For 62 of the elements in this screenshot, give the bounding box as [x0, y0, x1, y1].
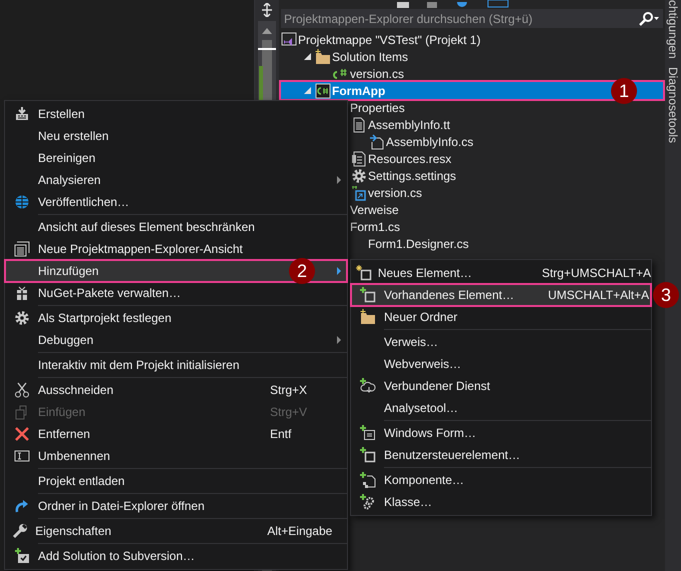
menu-item[interactable]: Windows Form…	[351, 422, 651, 444]
menu-item[interactable]: Ordner in Datei-Explorer öffnen	[5, 495, 347, 517]
menu-item[interactable]: Debuggen	[5, 329, 347, 351]
gear-icon	[351, 168, 367, 184]
expand-arrow-icon[interactable]	[304, 53, 310, 60]
scissors-icon	[14, 382, 30, 398]
delete-icon	[14, 426, 30, 442]
solution-icon	[281, 32, 297, 48]
submenu-arrow-icon	[337, 336, 341, 344]
folder-icon	[315, 48, 331, 64]
menu-item[interactable]: Analysetool…	[351, 397, 651, 419]
rename-icon	[14, 448, 30, 464]
menu-item[interactable]: Interaktiv mit dem Projekt initialisieren	[5, 354, 347, 376]
tree-item[interactable]: Solution Items	[281, 48, 663, 65]
menu-item[interactable]: Webverweis…	[351, 353, 651, 375]
side-tab[interactable]: chtigungen	[665, 0, 681, 59]
add-icon	[14, 548, 30, 564]
cloud-icon	[360, 378, 376, 394]
search-icon[interactable]	[639, 12, 659, 26]
toolbar-icon[interactable]	[487, 0, 509, 8]
menu-item[interactable]: Komponente…	[351, 469, 651, 491]
menu-item[interactable]: Neues Element… Strg+UMSCHALT+A	[351, 262, 651, 284]
menu-item[interactable]: Ansicht auf dieses Element beschränken	[5, 216, 347, 238]
scroll-up-icon[interactable]	[262, 28, 272, 34]
globe-icon	[14, 194, 30, 210]
menu-item[interactable]: Als Startprojekt festlegen	[5, 307, 347, 329]
clipboard-icon	[14, 404, 30, 420]
menu-item[interactable]: Klasse…	[351, 491, 651, 513]
form-icon	[360, 425, 376, 441]
side-tab[interactable]: Diagnosetools	[665, 66, 681, 143]
linked-file-icon	[369, 134, 385, 150]
menu-item[interactable]: Eigenschaften Alt+Eingabe	[5, 520, 347, 542]
wrench-icon	[12, 523, 28, 539]
submenu-arrow-icon	[337, 176, 341, 184]
menu-item[interactable]: Entfernen Entf	[5, 423, 347, 445]
menu-item[interactable]: Verbundener Dienst	[351, 375, 651, 397]
menu-item[interactable]: Add Solution to Subversion…	[5, 545, 347, 567]
menu-item[interactable]: Ausschneiden Strg+X	[5, 379, 347, 401]
menu-item[interactable]: Benutzersteuerelement…	[351, 444, 651, 466]
add-item-icon	[360, 447, 376, 463]
new-item-icon	[356, 265, 372, 281]
add-item-icon	[360, 287, 376, 303]
menu-item[interactable]: Neue Projektmappen-Explorer-Ansicht	[5, 238, 347, 260]
submenu-arrow-icon	[337, 267, 341, 275]
component-icon	[360, 472, 376, 488]
arrow-icon	[14, 498, 30, 514]
menu-item[interactable]: Verweis…	[351, 331, 651, 353]
splitter-icon[interactable]	[260, 3, 274, 17]
menu-item[interactable]: Umbenennen	[5, 445, 347, 467]
menu-item[interactable]: Vorhandenes Element… UMSCHALT+Alt+A	[351, 284, 651, 306]
callout-badge: 1	[611, 78, 637, 104]
menu-item[interactable]: Neuer Ordner	[351, 306, 651, 328]
window-icon	[14, 241, 30, 257]
menu-item[interactable]: Projekt entladen	[5, 470, 347, 492]
menu-item[interactable]: NuGet-Pakete verwalten…	[5, 282, 347, 304]
document-icon	[351, 116, 367, 132]
gear-icon	[14, 310, 30, 326]
stack-icon	[14, 106, 30, 122]
folder-icon	[360, 309, 376, 325]
tree-item[interactable]: Projektmappe "VSTest" (Projekt 1)	[281, 31, 663, 48]
resource-file-icon	[351, 150, 367, 166]
toolbar-icon[interactable]	[455, 2, 469, 8]
